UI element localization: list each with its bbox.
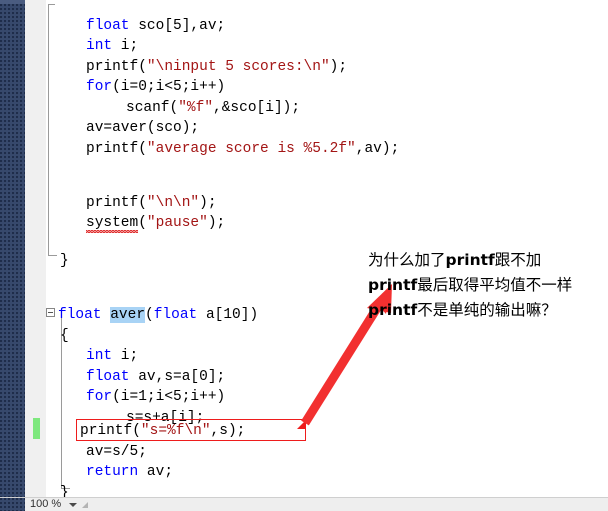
code-token: float xyxy=(86,369,130,385)
code-line[interactable]: scanf("%f",&sco[i]); xyxy=(126,98,300,119)
zoom-dropdown-caret-icon[interactable] xyxy=(69,503,77,507)
annotation-line2-post: 最后取得平均值不一样 xyxy=(417,276,573,294)
annotation-line3-post: 不是单纯的输出嘛？ xyxy=(417,301,557,319)
code-token: float xyxy=(153,307,198,323)
code-line[interactable]: av=s/5; xyxy=(86,442,147,463)
outlining-collapse-box[interactable] xyxy=(46,308,55,317)
code-line[interactable]: } xyxy=(60,251,69,272)
code-token: system xyxy=(86,215,139,231)
code-line[interactable]: system("pause"); xyxy=(86,213,225,234)
editor-status-bar: 100 % xyxy=(0,497,608,511)
code-token: av=aver(sco); xyxy=(86,120,200,136)
code-line[interactable]: return av; xyxy=(86,462,173,483)
code-line[interactable]: float aver(float a[10]) xyxy=(58,305,258,326)
code-token: for xyxy=(86,389,113,405)
code-token: a[10]) xyxy=(197,307,259,323)
code-token: float xyxy=(58,307,102,323)
code-token: av; xyxy=(138,464,174,480)
code-line[interactable]: av=aver(sco); xyxy=(86,118,199,139)
code-line[interactable]: float sco[5],av; xyxy=(86,16,225,37)
annotation-line-1: 为什么加了printf跟不加 xyxy=(368,248,608,273)
code-token: sco[5],av; xyxy=(129,18,226,34)
annotation-line-2: printf最后取得平均值不一样 xyxy=(368,273,608,298)
annotation-line1-post: 跟不加 xyxy=(494,251,542,269)
code-line[interactable]: printf("average score is %5.2f",av); xyxy=(86,139,399,160)
code-token: ); xyxy=(207,215,226,231)
code-token: "\n\n" xyxy=(146,195,200,211)
annotation-highlight-box xyxy=(76,419,306,441)
code-line[interactable]: float av,s=a[0]; xyxy=(86,367,225,388)
code-token: printf( xyxy=(86,59,147,75)
code-token: } xyxy=(60,253,69,269)
code-token: ( xyxy=(145,307,154,323)
code-token: ); xyxy=(329,59,348,75)
code-token: av=s/5; xyxy=(86,444,147,460)
code-token: return xyxy=(86,464,139,480)
code-line[interactable]: { xyxy=(60,326,69,347)
code-token: for xyxy=(86,79,113,95)
code-token: int xyxy=(86,348,113,364)
code-token: scanf( xyxy=(126,100,179,116)
code-token: (i=0;i<5;i++) xyxy=(112,79,226,95)
annotation-line3-code: printf xyxy=(368,301,418,319)
code-token: int xyxy=(86,38,113,54)
code-token: printf( xyxy=(86,141,147,157)
code-line[interactable]: printf("\n\n"); xyxy=(86,193,217,214)
annotation-line1-pre: 为什么加了 xyxy=(368,251,446,269)
visual-studio-code-editor-screenshot: float sco[5],av; int i; printf("\ninput 5 … xyxy=(0,0,608,511)
left-dock-panel xyxy=(0,0,25,497)
left-dock-top-stub xyxy=(0,0,25,4)
code-token: float xyxy=(86,18,130,34)
code-token: printf( xyxy=(86,195,147,211)
code-token: av,s=a[0]; xyxy=(129,369,226,385)
code-line[interactable]: for(i=0;i<5;i++) xyxy=(86,77,225,98)
block-guide-line-main xyxy=(48,4,49,255)
code-token: aver xyxy=(110,307,146,323)
code-token: "%f" xyxy=(178,100,214,116)
code-token: "pause" xyxy=(146,215,208,231)
annotation-line2-code: printf xyxy=(368,276,418,294)
code-line[interactable]: printf("\ninput 5 scores:\n"); xyxy=(86,57,347,78)
annotation-text: 为什么加了printf跟不加 printf最后取得平均值不一样 printf不是… xyxy=(368,248,608,323)
status-bar-left-tint xyxy=(0,498,25,511)
annotation-line-3: printf不是单纯的输出嘛？ xyxy=(368,298,608,323)
code-token: i; xyxy=(112,38,139,54)
zoom-level-label[interactable]: 100 % xyxy=(30,498,61,511)
code-token: "average score is %5.2f" xyxy=(146,141,356,157)
code-token: ( xyxy=(138,215,147,231)
block-guide-head-main xyxy=(48,4,55,5)
annotation-line1-code: printf xyxy=(445,251,495,269)
scroll-corner-grip-icon xyxy=(82,502,89,509)
code-token: (i=1;i<5;i++) xyxy=(112,389,226,405)
code-token: "\ninput 5 scores:\n" xyxy=(146,59,330,75)
code-line[interactable]: for(i=1;i<5;i++) xyxy=(86,387,225,408)
code-line[interactable]: int i; xyxy=(86,346,138,367)
unsaved-change-marker xyxy=(33,418,40,439)
code-token: ,&sco[i]); xyxy=(213,100,301,116)
code-token: ); xyxy=(199,195,217,211)
block-guide-foot-main xyxy=(48,255,57,256)
code-token: { xyxy=(60,328,69,344)
code-token: i; xyxy=(112,348,139,364)
code-token: ,av); xyxy=(355,141,400,157)
code-line[interactable]: int i; xyxy=(86,36,138,57)
